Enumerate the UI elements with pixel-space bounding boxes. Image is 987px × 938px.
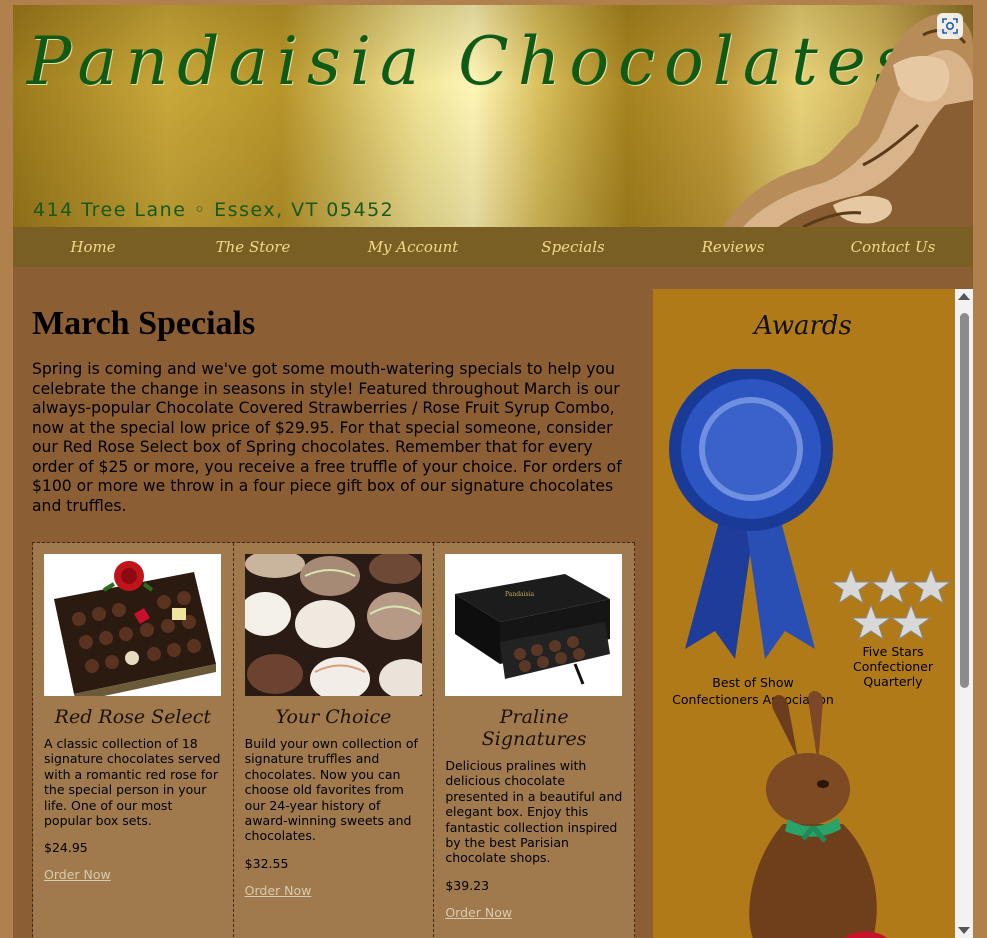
main-nav: Home The Store My Account Specials Revie… [13,227,973,267]
nav-reviews[interactable]: Reviews [653,238,813,256]
store-address: 414 Tree Lane ◦ Essex, VT 05452 [33,199,395,221]
product-name: Praline Signatures [481,706,587,750]
nav-home[interactable]: Home [13,238,173,256]
intro-paragraph: Spring is coming and we've got some mout… [32,360,622,515]
page: Pandaisia Chocolates 414 Tree Lane ◦ Ess… [13,5,973,938]
nav-specials[interactable]: Specials [493,238,653,256]
product-image: Pandaisia [445,554,623,696]
svg-text:Pandaisia: Pandaisia [505,591,535,598]
product-name: Red Rose Select [54,706,212,728]
nav-the-store[interactable]: The Store [173,238,333,256]
awards-title: Awards [754,311,852,341]
product-description: A classic collection of 18 signature cho… [44,736,221,829]
order-now-link[interactable]: Order Now [44,867,222,882]
product-image [44,554,221,696]
product-name: Your Choice [275,706,392,728]
nav-contact-us[interactable]: Contact Us [813,238,973,256]
statue-image [723,13,973,227]
scroll-down-arrow-icon[interactable] [958,927,970,934]
sidebar-scrollbar[interactable] [955,289,973,938]
scrollbar-thumb[interactable] [960,313,969,688]
product-card-red-rose-select: Red Rose Select A classic collection of … [33,543,234,938]
product-grid: Red Rose Select A classic collection of … [32,542,636,938]
product-description: Build your own collection of signature t… [244,736,418,844]
scroll-up-arrow-icon[interactable] [958,293,970,300]
product-price: $32.55 [244,855,289,871]
page-title: March Specials [32,305,256,342]
main-content: March Specials Spring is coming and we'v… [13,267,653,938]
header-banner: Pandaisia Chocolates 414 Tree Lane ◦ Ess… [13,5,973,227]
chocolate-bunny-image [749,690,887,938]
awards-sidebar: Awards Best of Show Confectioners Associ… [653,289,973,938]
order-now-link[interactable]: Order Now [445,905,623,920]
visual-search-icon[interactable] [937,13,963,39]
product-image [244,554,422,696]
nav-my-account[interactable]: My Account [333,238,493,256]
product-description: Delicious pralines with delicious chocol… [445,758,623,866]
blue-ribbon-icon [669,369,833,659]
award-five-stars-caption: Five Stars Confectioner Quarterly [852,644,934,689]
product-card-your-choice: Your Choice Build your own collection of… [233,543,435,938]
product-price: $24.95 [44,840,88,856]
order-now-link[interactable]: Order Now [245,883,423,898]
five-stars-icon [831,569,951,641]
product-price: $39.23 [445,877,490,893]
product-card-praline-signatures: Pandaisia Praline Signatures Delicious p… [434,543,636,938]
